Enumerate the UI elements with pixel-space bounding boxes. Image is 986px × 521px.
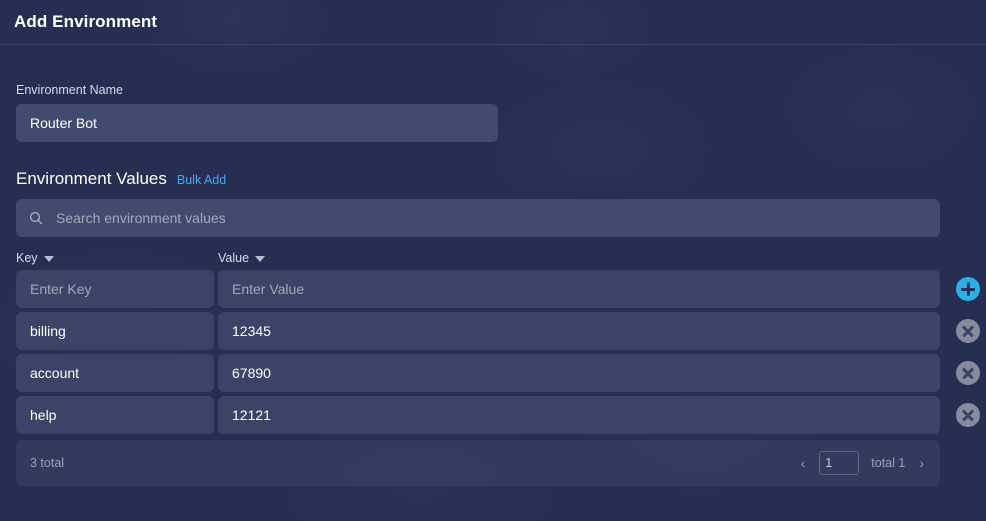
table-row [16, 312, 980, 350]
chevron-down-icon[interactable] [255, 256, 266, 262]
column-header-key-label: Key [16, 251, 38, 265]
row-value-input[interactable] [218, 396, 940, 434]
column-header-value-label: Value [218, 251, 250, 265]
close-circle-icon [956, 403, 980, 427]
chevron-down-icon[interactable] [43, 256, 54, 262]
new-value-input[interactable] [218, 270, 940, 308]
pagination-bar: 3 total ‹ total 1 › [16, 440, 940, 486]
row-key-input[interactable] [16, 354, 214, 392]
search-bar[interactable] [16, 199, 940, 237]
column-header-value[interactable]: Value [218, 251, 266, 265]
bulk-add-link[interactable]: Bulk Add [177, 173, 226, 187]
delete-row-button[interactable] [953, 358, 983, 388]
table-column-headers: Key Value [16, 251, 970, 265]
total-count-label: 3 total [30, 456, 65, 470]
search-input[interactable] [44, 199, 940, 237]
search-icon [29, 211, 43, 225]
prev-page-button[interactable]: ‹ [799, 455, 808, 471]
delete-row-button[interactable] [953, 316, 983, 346]
column-header-key[interactable]: Key [16, 251, 218, 265]
table-row [16, 354, 980, 392]
total-pages-label: total 1 [871, 456, 906, 470]
environment-values-title: Environment Values [16, 169, 167, 188]
delete-row-button[interactable] [953, 400, 983, 430]
new-entry-row [16, 270, 980, 308]
add-environment-page: Add Environment Environment Name Environ… [0, 0, 986, 521]
add-row-button[interactable] [953, 274, 983, 304]
new-key-input[interactable] [16, 270, 214, 308]
table-row [16, 396, 980, 434]
next-page-button[interactable]: › [917, 455, 926, 471]
dialog-header: Add Environment [0, 0, 986, 45]
page-title: Add Environment [14, 12, 158, 31]
environment-name-label: Environment Name [16, 83, 123, 97]
row-value-input[interactable] [218, 312, 940, 350]
row-key-input[interactable] [16, 312, 214, 350]
row-key-input[interactable] [16, 396, 214, 434]
dialog-body: Environment Name Environment Values Bulk… [0, 83, 986, 486]
environment-values-header: Environment Values Bulk Add [16, 169, 970, 189]
plus-circle-icon [956, 277, 980, 301]
environment-name-input[interactable] [16, 104, 498, 142]
pagination-controls: ‹ total 1 › [799, 451, 926, 475]
close-circle-icon [956, 319, 980, 343]
page-number-input[interactable] [819, 451, 860, 475]
close-circle-icon [956, 361, 980, 385]
row-value-input[interactable] [218, 354, 940, 392]
